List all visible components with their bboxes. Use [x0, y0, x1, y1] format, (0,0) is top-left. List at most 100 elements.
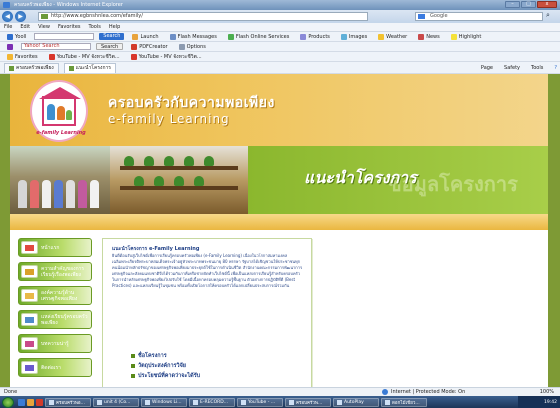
sidebar-item-resources[interactable]: แหล่งเรียนรู้ครอบครัวพอเพียง: [18, 310, 92, 329]
content-links: ชื่อโครงการ วัตถุประสงค์การวิจัย ประโยชน…: [131, 351, 200, 381]
content-panel: แนะนำโครงการ e-Family Learning ยินดีต้อน…: [102, 238, 312, 387]
ie-icon[interactable]: [18, 398, 25, 406]
options-icon: [178, 43, 185, 50]
mail-icon: [169, 33, 176, 40]
sidebar-item-importance[interactable]: ความสำคัญของการเรียนรู้เรื่องพอเพียง: [18, 262, 92, 281]
maximize-button[interactable]: □: [521, 1, 536, 8]
toolbar-item-flash-messages[interactable]: Flash Messages: [167, 33, 220, 41]
pdfcreator-button[interactable]: PDFCreator: [128, 43, 170, 51]
toolbar-item-flash-online[interactable]: Flash Online Services: [225, 33, 293, 41]
sidebar-item-label: แหล่งเรียนรู้ครอบครัวพอเพียง: [41, 313, 88, 326]
folder-icon[interactable]: [27, 398, 34, 406]
favorite-item[interactable]: YouTube - MV จังหวะชีวิต...: [46, 53, 123, 61]
globe-icon: [382, 389, 388, 395]
youtube-icon: [130, 53, 137, 60]
search-placeholder: Google: [430, 13, 448, 19]
family-logo-icon: e-family Learning: [30, 80, 88, 142]
page-icon: [9, 65, 14, 71]
taskbar: ครอบครัวพอ... unit 4 (Co... Windows Li..…: [0, 396, 560, 408]
menu-help[interactable]: Help: [109, 24, 120, 30]
menu-edit[interactable]: Edit: [20, 24, 30, 30]
favorites-button[interactable]: Favorites: [4, 53, 41, 61]
online-icon: [227, 33, 234, 40]
toolbar-item-images[interactable]: Images: [338, 33, 370, 41]
taskbar-item[interactable]: ครอบครัวพ...: [285, 397, 331, 407]
link-objectives[interactable]: วัตถุประสงค์การวิจัย: [131, 361, 200, 371]
menu-tools[interactable]: Tools: [89, 24, 101, 30]
menu-view[interactable]: View: [38, 24, 50, 30]
taskbar-item[interactable]: AutoPlay: [333, 397, 379, 407]
taskbar-item[interactable]: Windows Li...: [141, 397, 187, 407]
toolbar-item-news[interactable]: News: [415, 33, 443, 41]
children-photo: [10, 146, 110, 214]
favorites-bar: Favorites YouTube - MV จังหวะชีวิต... Yo…: [0, 52, 560, 62]
toolbar-item-weather[interactable]: Weather: [375, 33, 410, 41]
youtube-icon: [48, 53, 55, 60]
clock[interactable]: 19:42: [544, 400, 557, 405]
content-title: แนะนำโครงการ e-Family Learning: [112, 246, 200, 252]
search-icon[interactable]: ⌕: [546, 12, 556, 21]
menu-favorites[interactable]: Favorites: [58, 24, 81, 30]
taskbar-item[interactable]: ดอกไม้เขียว...: [381, 397, 427, 407]
safety-menu[interactable]: Safety: [501, 64, 523, 72]
media-icon[interactable]: [36, 398, 43, 406]
site-subtitle: e-family Learning: [108, 112, 230, 126]
search-input[interactable]: Google ⌕: [415, 12, 550, 21]
sidebar-item-label: หน้าแรก: [41, 244, 60, 251]
help-icon[interactable]: ?: [551, 64, 560, 72]
minimize-button[interactable]: –: [505, 1, 520, 8]
page-icon: [41, 14, 48, 19]
weather-icon: [378, 33, 385, 40]
page-menu[interactable]: Page: [478, 64, 496, 72]
book-icon: [21, 265, 38, 278]
people-icon: [21, 361, 38, 374]
start-button[interactable]: [2, 396, 14, 408]
toolbar-item-highlight[interactable]: Highlight: [448, 33, 485, 41]
url-field[interactable]: http://www.egbnshnlea.com/efamily/: [38, 12, 368, 21]
bullet-icon: [131, 354, 135, 358]
sidebar-item-contact[interactable]: ติดต่อเรา: [18, 358, 92, 377]
address-bar: ◀ ▶ http://www.egbnshnlea.com/efamily/ G…: [0, 10, 560, 23]
zoom-level[interactable]: 100%: [540, 389, 554, 395]
options-button[interactable]: Options: [176, 43, 209, 51]
close-button[interactable]: x: [537, 1, 557, 8]
bullet-icon: [131, 364, 135, 368]
news-icon: [418, 33, 425, 40]
sidebar-item-home[interactable]: หน้าแรก: [18, 238, 92, 257]
sidebar-item-knowledge[interactable]: องค์ความรู้ด้านเศรษฐกิจพอเพียง: [18, 286, 92, 305]
taskbar-item[interactable]: ครอบครัวพอ...: [45, 397, 91, 407]
taskbar-item[interactable]: YouTube - ...: [237, 397, 283, 407]
toolbar-item-products[interactable]: Products: [297, 33, 333, 41]
back-button[interactable]: ◀: [2, 11, 13, 22]
yahoo-search-input[interactable]: Yahoo! Search: [21, 43, 91, 50]
tab-intro[interactable]: แนะนำโครงการ: [63, 62, 116, 73]
window-title: ครอบครัวพอเพียง - Windows Internet Explo…: [14, 2, 123, 8]
ie-icon: [3, 2, 10, 8]
favorite-item[interactable]: YouTube - MV จังหวะชีวิต...: [128, 53, 205, 61]
sidebar-item-label: องค์ความรู้ด้านเศรษฐกิจพอเพียง: [41, 289, 78, 302]
security-zone[interactable]: Internet | Protected Mode: On: [382, 389, 465, 395]
yooll-icon: [7, 33, 13, 40]
sidebar-item-label: บทความน่ารู้: [41, 340, 69, 347]
toolbar-search-button[interactable]: Search: [99, 33, 125, 40]
toolbar-yooll-input[interactable]: [34, 33, 95, 40]
toolbar-yooll-label[interactable]: Yooll: [4, 33, 29, 41]
taskbar-item[interactable]: unit 4 (Co...: [93, 397, 139, 407]
forward-button[interactable]: ▶: [15, 11, 26, 22]
yahoo-search-button[interactable]: Search: [96, 43, 124, 50]
yahoo-icon: [7, 43, 13, 50]
tab-bar: ครอบครัวพอเพียง แนะนำโครงการ Page Safety…: [0, 62, 560, 74]
header-divider: [10, 214, 548, 230]
sidebar-item-label: ติดต่อเรา: [41, 364, 61, 371]
tab-efamily[interactable]: ครอบครัวพอเพียง: [4, 62, 59, 73]
taskbar-item[interactable]: E-RECORD...: [189, 397, 235, 407]
link-benefits[interactable]: ประโยชน์ที่คาดว่าจะได้รับ: [131, 371, 200, 381]
content-body: ยินดีต้อนรับสู่เว็บไซต์เพื่อการเรียนรู้ค…: [112, 253, 303, 288]
toolbar-item-launch[interactable]: Launch: [129, 33, 161, 41]
link-project-name[interactable]: ชื่อโครงการ: [131, 351, 200, 361]
sidebar-item-articles[interactable]: บทความน่ารู้: [18, 334, 92, 353]
yahoo-logo: [4, 43, 16, 51]
menu-file[interactable]: File: [4, 24, 12, 30]
page-icon: [68, 65, 74, 71]
tools-menu[interactable]: Tools: [528, 64, 546, 72]
